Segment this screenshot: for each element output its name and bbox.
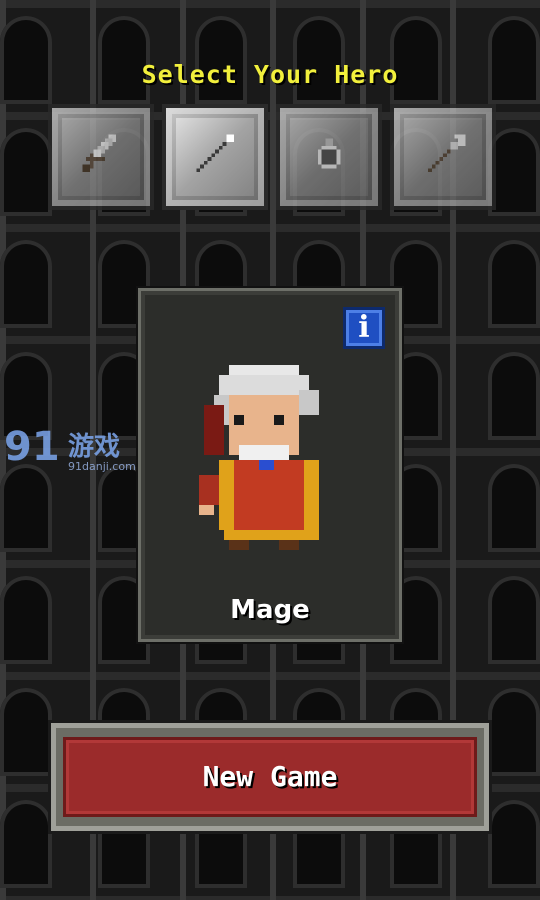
class-button-mage[interactable] <box>162 104 268 210</box>
mage-sprite <box>199 365 319 550</box>
sword-icon <box>82 134 116 172</box>
watermark-number: 91 <box>4 424 60 470</box>
info-button[interactable]: i <box>343 307 385 349</box>
hero-class-selector <box>48 104 496 210</box>
hero-name: Mage <box>230 595 310 625</box>
screen-title: Select Your Hero <box>141 60 399 89</box>
watermark-logo: 91 游戏 91danji.com <box>4 420 136 480</box>
class-button-warrior[interactable] <box>48 104 154 210</box>
new-game-frame: New Game <box>48 720 492 834</box>
hero-preview-panel: i Mage <box>138 288 402 642</box>
ring-icon <box>317 138 341 169</box>
class-button-huntress[interactable] <box>390 104 496 210</box>
class-button-rogue[interactable] <box>276 104 382 210</box>
watermark-brand: 游戏 <box>68 432 121 462</box>
new-game-button[interactable]: New Game <box>63 737 477 817</box>
staff-icon <box>196 134 234 172</box>
watermark-url: 91danji.com <box>68 460 136 473</box>
spear-icon <box>428 134 466 172</box>
